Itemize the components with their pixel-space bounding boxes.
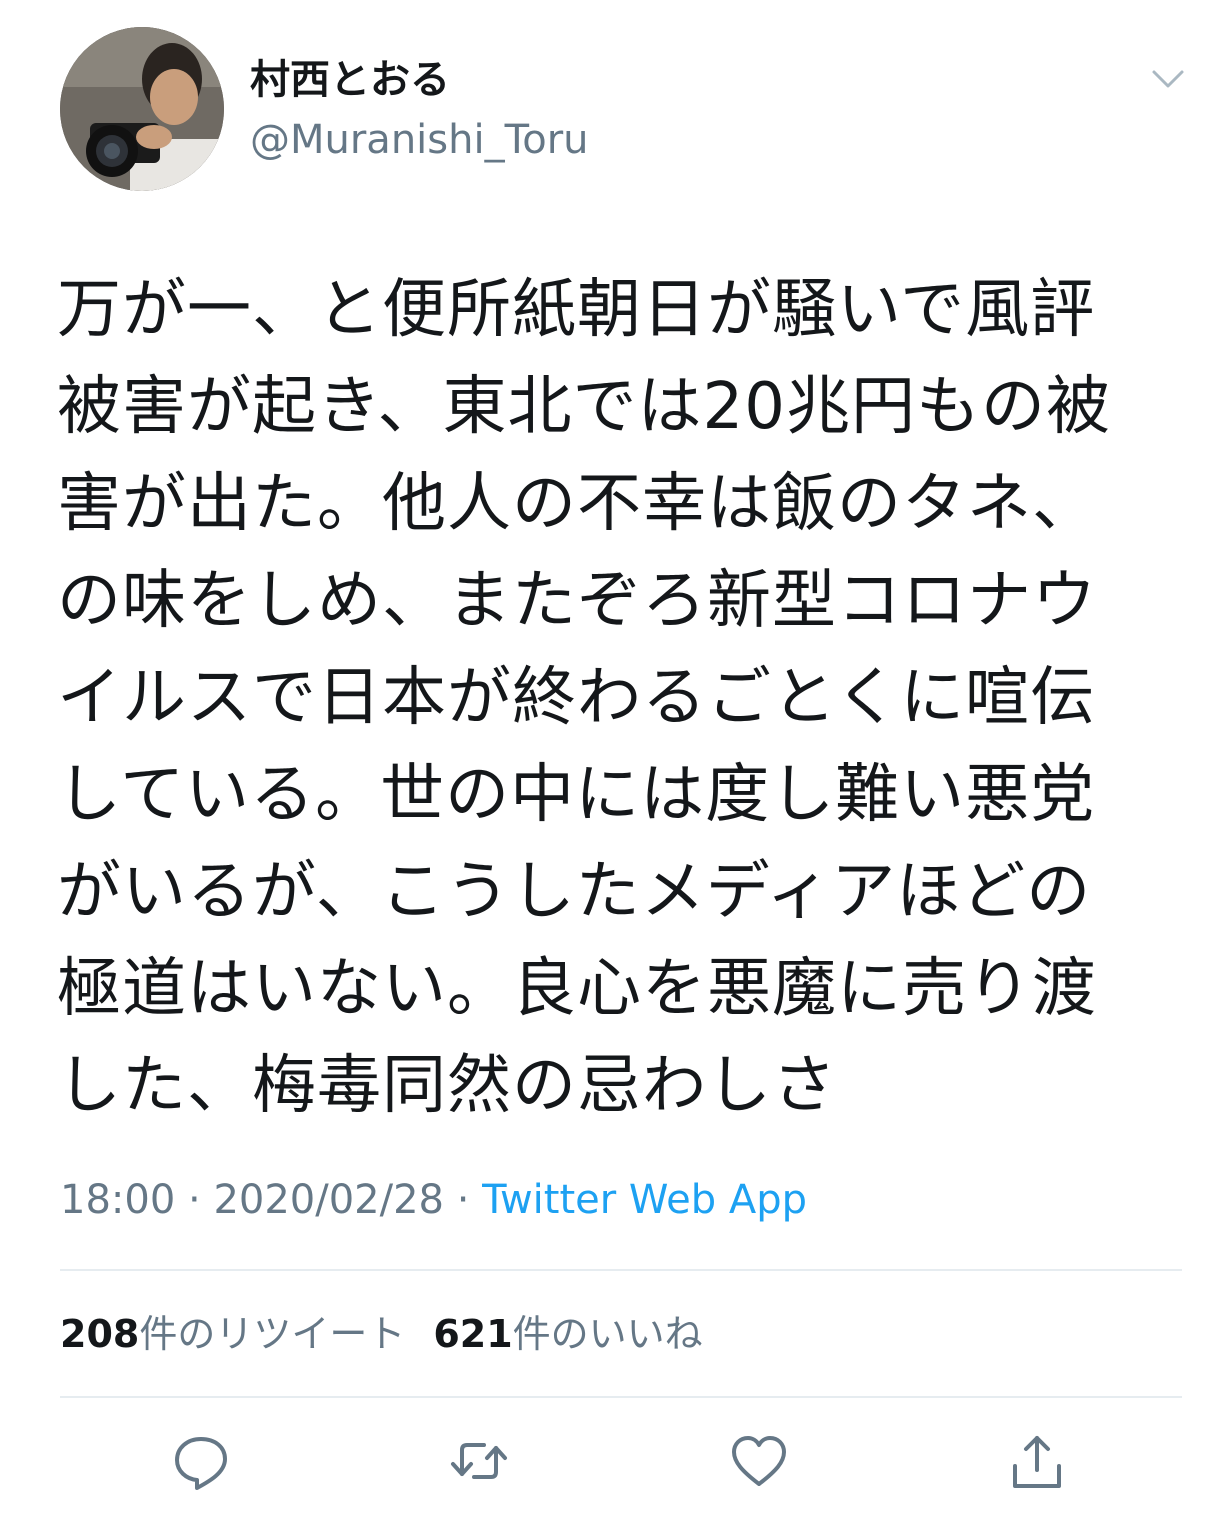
tweet-actions [0, 1430, 1229, 1500]
tweet-text-line: した、梅毒同然の忌わしさ [57, 1049, 837, 1123]
meta-separator: · [443, 1177, 483, 1223]
tweet-text-line: がいるが、こうしたメディアほどの [57, 855, 1092, 929]
tweet-text-line: している。世の中には度し難い悪党 [57, 758, 1096, 832]
tweet-stats: 208件のリツイート 621件のいいね [60, 1306, 703, 1362]
tweet-text-line: 万が一、と便所紙朝日が騒いで風評 [57, 273, 1096, 347]
share-button[interactable] [1006, 1430, 1068, 1492]
tweet-text-line: イルスで日本が終わるごとくに喧伝 [57, 661, 1096, 735]
tweet-date[interactable]: 2020/02/28 [213, 1177, 444, 1223]
like-icon [732, 1436, 786, 1486]
retweet-button[interactable] [448, 1430, 510, 1492]
like-button[interactable] [728, 1430, 790, 1492]
tweet-text-line: の味をしめ、またぞろ新型コロナウ [57, 564, 1097, 638]
tweet-source-link[interactable]: Twitter Web App [482, 1177, 807, 1223]
like-stat[interactable]: 621件のいいね [433, 1312, 702, 1356]
tweet-text-line: 被害が起き、東北では20兆円もの被 [57, 370, 1111, 444]
profile-photo-icon [60, 27, 224, 191]
retweet-label: 件のリツイート [139, 1312, 406, 1356]
like-count: 621 [433, 1312, 513, 1356]
tweet-text-line: 害が出た。他人の不幸は飯のタネ、 [57, 467, 1097, 541]
author-handle[interactable]: @Muranishi_Toru [250, 114, 589, 166]
chevron-down-icon[interactable] [1148, 62, 1188, 96]
tweet-text-line: 極道はいない。良心を悪魔に売り渡 [57, 952, 1097, 1026]
reply-icon [175, 1437, 227, 1490]
meta-separator: · [175, 1177, 214, 1223]
retweet-icon [451, 1443, 507, 1479]
retweet-stat[interactable]: 208件のリツイート [60, 1312, 405, 1356]
divider [60, 1269, 1182, 1271]
tweet-meta: 18:00 · 2020/02/28 · Twitter Web App [60, 1172, 807, 1228]
divider [60, 1396, 1182, 1398]
share-icon [1013, 1436, 1061, 1488]
author-avatar[interactable] [60, 27, 224, 191]
like-label: 件のいいね [512, 1312, 703, 1356]
retweet-count: 208 [60, 1312, 140, 1356]
tweet-detail: 村西とおる @Muranishi_Toru 万が一、と便所紙朝日が騒いで風評 被… [0, 0, 1229, 1526]
reply-button[interactable] [170, 1430, 232, 1492]
tweet-time: 18:00 [60, 1177, 176, 1223]
tweet-text: 万が一、と便所紙朝日が騒いで風評 被害が起き、東北では20兆円もの被 害が出た。… [57, 262, 1202, 1135]
author-display-name[interactable]: 村西とおる [250, 54, 450, 106]
